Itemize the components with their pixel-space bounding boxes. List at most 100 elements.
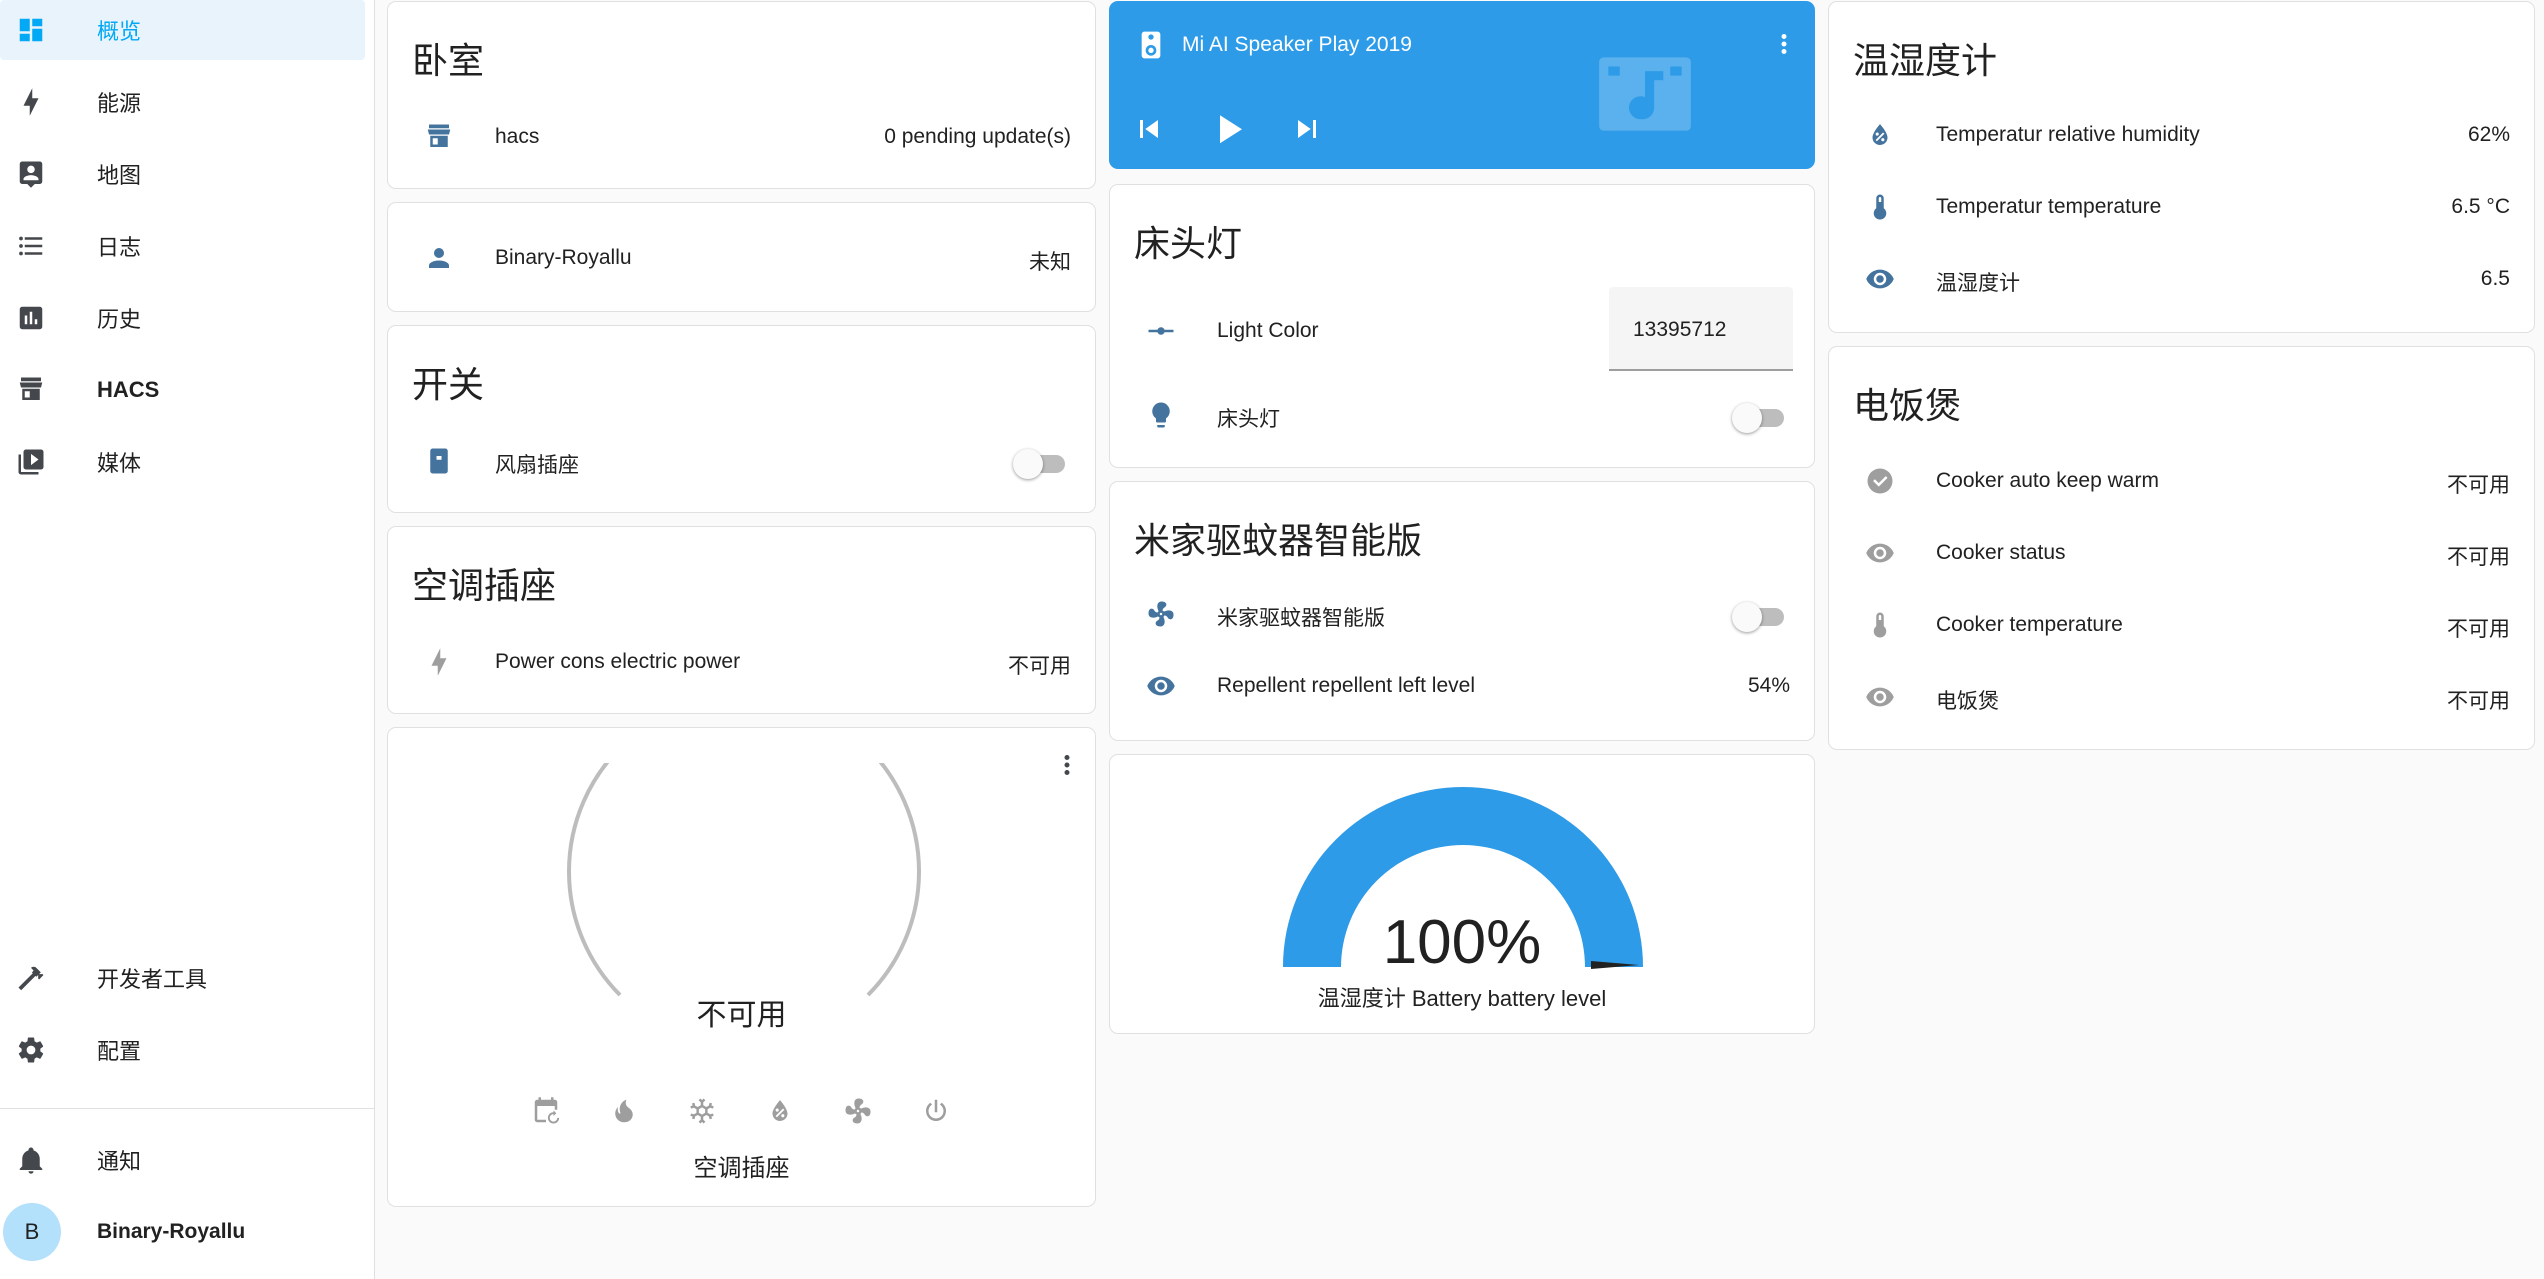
water-percent-icon[interactable] (765, 1096, 795, 1126)
more-options-icon[interactable] (1769, 29, 1799, 59)
hacs-store-icon (19, 377, 43, 400)
sidebar-item-history[interactable]: 历史 (0, 288, 365, 348)
entity-row-power[interactable]: Power cons electric power 不可用 (388, 634, 1095, 690)
power-socket-icon (430, 448, 448, 474)
card-title: 卧室 (412, 40, 485, 81)
water-percent-icon (1872, 124, 1888, 145)
gauge-name: 温湿度计 Battery battery level (1317, 986, 1607, 1011)
entity-row-hacs[interactable]: hacs 0 pending update(s) (388, 109, 1095, 165)
sidebar-item-overview[interactable]: 概览 (0, 0, 365, 60)
sidebar-item-logbook[interactable]: 日志 (0, 216, 365, 276)
sidebar-item-label: 历史 (97, 307, 142, 332)
play-box-multiple-icon (18, 449, 44, 475)
card-title: 开关 (412, 364, 485, 405)
map-account-icon (19, 161, 43, 188)
check-circle-icon (1867, 468, 1893, 494)
entity-name: 温湿度计 (1936, 272, 2020, 295)
more-options-icon[interactable] (1052, 750, 1082, 780)
entity-value: 62% (2467, 123, 2510, 146)
entity-row-humidity[interactable]: Temperatur relative humidity 62% (1829, 107, 2534, 163)
fan-plug-toggle[interactable] (1013, 449, 1065, 479)
bedside-lamp-toggle[interactable] (1732, 403, 1784, 433)
lightning-icon (23, 88, 39, 116)
card-ac-plug: 空调插座 Power cons electric power 不可用 (387, 526, 1096, 714)
sidebar-item-label: 通知 (97, 1149, 142, 1174)
entity-row-cooker-temperature[interactable]: Cooker temperature 不可用 (1829, 597, 2534, 653)
entity-name: Temperatur relative humidity (1936, 123, 2200, 146)
entity-value: 不可用 (2447, 546, 2510, 569)
entity-value: 不可用 (1008, 655, 1071, 678)
entity-name: Cooker temperature (1936, 613, 2123, 636)
eye-icon (1866, 543, 1894, 563)
user-name[interactable]: Binary-Royallu (97, 1220, 245, 1244)
entity-value: 0 pending update(s) (884, 125, 1071, 148)
gear-icon (18, 1037, 44, 1063)
entity-name: Power cons electric power (495, 650, 741, 673)
thermostat-name: 空调插座 (693, 1155, 790, 1182)
calendar-sync-icon[interactable] (531, 1096, 561, 1126)
sidebar-item-label: 日志 (97, 235, 142, 260)
snowflake-icon[interactable] (687, 1096, 717, 1126)
eye-icon (1147, 676, 1175, 696)
entity-value: 6.5 °C (2451, 195, 2510, 218)
sidebar-item-label: 开发者工具 (97, 967, 208, 992)
speaker-icon (1141, 31, 1161, 59)
avatar[interactable]: B (3, 1203, 61, 1261)
bell-icon (19, 1147, 43, 1174)
card-person: Binary-Royallu 未知 (387, 202, 1096, 312)
sidebar-item-label: 地图 (97, 163, 142, 188)
entity-row-cooker-status[interactable]: Cooker status 不可用 (1829, 525, 2534, 581)
skip-previous-icon[interactable] (1131, 111, 1167, 147)
sidebar-item-notifications[interactable]: 通知 (0, 1130, 365, 1190)
card-title: 电饭煲 (1853, 385, 1962, 426)
power-icon[interactable] (921, 1096, 951, 1126)
play-icon[interactable] (1204, 105, 1252, 153)
skip-next-icon[interactable] (1289, 111, 1325, 147)
movie-music-icon (1599, 57, 1691, 131)
sidebar-item-label: HACS (97, 377, 160, 402)
sidebar: 概览 能源 地图 日志 历史 HACS 媒体 开发者工具 配置 通知 B Bin… (0, 0, 375, 1279)
thermostat-dial[interactable] (564, 763, 924, 1003)
sidebar-item-label: 能源 (97, 91, 142, 116)
fire-icon[interactable] (609, 1096, 639, 1126)
entity-row-hygrometer[interactable]: 温湿度计 6.5 (1829, 251, 2534, 307)
entity-name: 米家驱蚊器智能版 (1217, 607, 1385, 630)
card-title: 米家驱蚊器智能版 (1134, 520, 1423, 561)
entity-name: Repellent repellent left level (1217, 674, 1475, 697)
light-color-input[interactable]: 13395712 (1609, 287, 1793, 371)
repeller-toggle[interactable] (1732, 602, 1784, 632)
entity-row-repeller-level[interactable]: Repellent repellent left level 54% (1110, 658, 1814, 714)
entity-row-keep-warm[interactable]: Cooker auto keep warm 不可用 (1829, 453, 2534, 509)
entity-name: Binary-Royallu (495, 246, 632, 269)
sidebar-item-developer-tools[interactable]: 开发者工具 (0, 948, 365, 1008)
card-thermostat: 不可用 空调插座 (387, 727, 1096, 1207)
entity-name: Cooker status (1936, 541, 2066, 564)
ray-vertex-icon (1148, 327, 1174, 335)
sidebar-item-media[interactable]: 媒体 (0, 432, 365, 492)
entity-row-rice-cooker[interactable]: 电饭煲 不可用 (1829, 669, 2534, 725)
entity-row-person[interactable]: Binary-Royallu 未知 (388, 230, 1095, 286)
entity-name: 床头灯 (1217, 408, 1280, 431)
card-bedroom: 卧室 hacs 0 pending update(s) (387, 1, 1096, 189)
entity-value: 不可用 (2447, 690, 2510, 713)
sidebar-item-map[interactable]: 地图 (0, 144, 365, 204)
chart-box-icon (19, 306, 43, 330)
card-media-player[interactable]: Mi AI Speaker Play 2019 (1109, 1, 1815, 169)
thermometer-icon (1873, 612, 1887, 638)
sidebar-item-hacs[interactable]: HACS (0, 360, 365, 420)
card-battery-gauge[interactable]: 100% 温湿度计 Battery battery level (1109, 754, 1815, 1034)
sidebar-divider (0, 1108, 375, 1109)
media-title: Mi AI Speaker Play 2019 (1182, 33, 1412, 56)
entity-row-bedside-lamp[interactable]: 床头灯 (1110, 387, 1814, 443)
sidebar-item-config[interactable]: 配置 (0, 1020, 365, 1080)
entity-name: hacs (495, 125, 540, 148)
thermostat-state: 不可用 (696, 999, 787, 1032)
card-hygrometer: 温湿度计 Temperatur relative humidity 62% Te… (1828, 1, 2535, 333)
entity-row-temperature[interactable]: Temperatur temperature 6.5 °C (1829, 179, 2534, 235)
sidebar-item-energy[interactable]: 能源 (0, 72, 365, 132)
fan-icon[interactable] (843, 1096, 873, 1126)
entity-row-fan-plug[interactable]: 风扇插座 (388, 433, 1095, 489)
account-icon (429, 248, 449, 268)
eye-icon (1866, 687, 1894, 707)
entity-row-repeller-switch[interactable]: 米家驱蚊器智能版 (1110, 586, 1814, 642)
